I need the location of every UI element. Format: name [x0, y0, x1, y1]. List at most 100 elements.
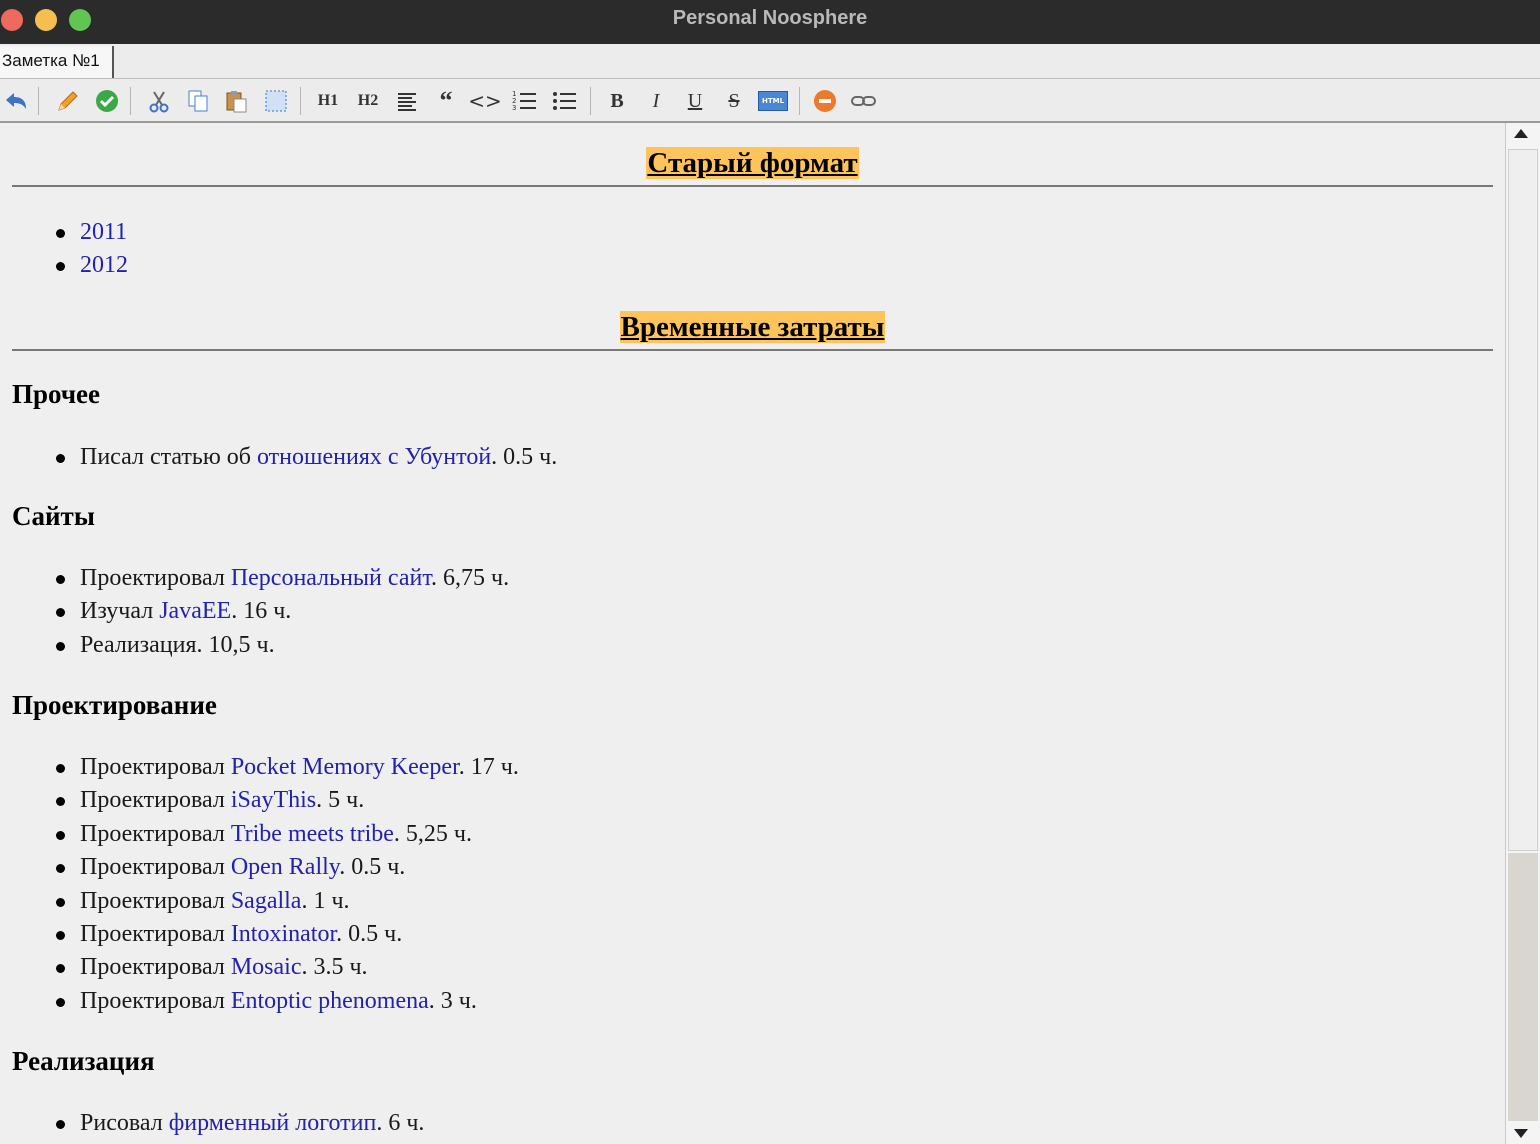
bullet-list-icon[interactable]: [550, 87, 578, 115]
item-text: Проектировал: [80, 954, 231, 981]
remove-icon[interactable]: [811, 87, 839, 115]
year-link[interactable]: 2011: [80, 219, 127, 245]
section-heading-time-spent: Временные затраты: [619, 311, 886, 343]
link-icon[interactable]: [850, 87, 878, 115]
list-item: Рисовал фирменный логотип. 6 ч.: [55, 1107, 425, 1140]
html-icon[interactable]: HTML: [757, 87, 789, 115]
item-suffix: . 6 ч.: [376, 1110, 425, 1136]
section-heading-old-format: Старый формат: [646, 147, 859, 179]
vertical-scrollbar[interactable]: [1505, 123, 1540, 1144]
item-suffix: . 0.5 ч.: [336, 920, 403, 947]
tab-note-1[interactable]: Заметка №1: [0, 46, 114, 78]
bold-button[interactable]: B: [603, 87, 631, 115]
year-link[interactable]: 2012: [80, 252, 128, 278]
item-link[interactable]: Pocket Memory Keeper: [231, 754, 459, 780]
list-item: 2011: [56, 216, 128, 249]
check-icon[interactable]: [93, 87, 121, 115]
item-link[interactable]: Open Rally: [231, 854, 339, 880]
item-suffix: . 6,75 ч.: [431, 565, 510, 591]
scroll-track[interactable]: [1508, 149, 1538, 851]
years-list: 2011 2012: [46, 216, 128, 283]
pencil-icon[interactable]: [54, 87, 82, 115]
item-text: Проектировал: [80, 887, 231, 914]
item-link[interactable]: отношениях с Убунтой: [257, 444, 491, 470]
heading1-button[interactable]: H1: [314, 87, 342, 115]
title-bar: Personal Noosphere: [0, 0, 1540, 44]
list-item: Проектировал Intoxinator. 0.5 ч.: [56, 918, 519, 951]
item-link[interactable]: iSayThis: [231, 787, 316, 813]
item-text: Проектировал: [80, 565, 231, 591]
item-link[interactable]: Tribe meets tribe: [231, 821, 394, 847]
cut-icon[interactable]: [145, 87, 173, 115]
italic-button[interactable]: I: [642, 87, 670, 115]
item-link[interactable]: Sagalla: [231, 888, 302, 914]
list-item: Проектировал Tribe meets tribe. 5,25 ч.: [56, 818, 519, 851]
item-link[interactable]: Intoxinator: [231, 921, 336, 947]
select-all-icon[interactable]: [262, 87, 290, 115]
item-text: Изучал: [80, 598, 160, 625]
list-item: Изучал JavaEE. 16 ч.: [55, 595, 509, 628]
group-heading: Прочее: [12, 379, 101, 409]
item-link[interactable]: фирменный логотип: [169, 1110, 377, 1136]
numbered-list-icon[interactable]: 123: [510, 87, 538, 115]
item-suffix: . 16 ч.: [231, 598, 292, 625]
item-suffix: . 5,25 ч.: [393, 820, 472, 847]
item-suffix: . 3 ч.: [428, 987, 477, 1014]
undo-icon[interactable]: [2, 87, 30, 115]
list-item: Проектировал Pocket Memory Keeper. 17 ч.: [56, 751, 519, 784]
item-suffix: . 0.5 ч.: [491, 444, 558, 470]
item-link[interactable]: JavaEE: [159, 598, 231, 624]
html-label: HTML: [758, 91, 788, 111]
item-text: Проектировал: [80, 920, 231, 947]
group-list: Рисовал фирменный логотип. 6 ч.: [46, 1107, 424, 1140]
heading-rule: [12, 349, 1493, 351]
group-heading: Сайты: [12, 501, 95, 531]
group-list: Проектировал Персональный сайт. 6,75 ч. …: [46, 562, 509, 662]
item-suffix: . 5 ч.: [316, 787, 365, 814]
blockquote-button[interactable]: “: [432, 86, 460, 115]
list-item: Проектировал Персональный сайт. 6,75 ч.: [55, 562, 510, 595]
editor-toolbar: H1 H2 “ <> 123 B I U S HTML: [0, 79, 1540, 123]
paste-icon[interactable]: [222, 87, 250, 115]
item-text: Проектировал: [80, 787, 231, 814]
item-suffix: . 1 ч.: [301, 887, 350, 914]
code-button[interactable]: <>: [468, 87, 502, 115]
item-text: Писал статью об: [80, 444, 257, 470]
item-link[interactable]: Персональный сайт: [231, 565, 431, 591]
item-suffix: . 0.5 ч.: [339, 854, 406, 881]
heading-rule: [12, 185, 1493, 187]
strikethrough-button[interactable]: S: [720, 87, 748, 115]
copy-icon[interactable]: [184, 87, 212, 115]
heading2-button[interactable]: H2: [354, 87, 382, 115]
window-title: Personal Noosphere: [672, 7, 868, 29]
tab-bar: Заметка №1: [0, 44, 1540, 79]
item-link[interactable]: Mosaic: [231, 954, 302, 980]
scroll-down-arrow-icon[interactable]: [1514, 1129, 1528, 1138]
list-item: Проектировал Entoptic phenomena. 3 ч.: [56, 985, 519, 1018]
align-icon[interactable]: [393, 87, 421, 115]
item-text: Проектировал: [80, 854, 231, 881]
group-heading: Реализация: [12, 1046, 155, 1076]
item-text: Проектировал: [80, 987, 231, 1014]
list-item: 2012: [56, 249, 128, 282]
list-item: Реализация. 10,5 ч.: [55, 629, 509, 662]
item-text: Рисовал: [80, 1110, 169, 1136]
item-suffix: . 3.5 ч.: [301, 954, 368, 981]
group-heading: Проектирование: [12, 690, 217, 720]
svg-text:3: 3: [512, 104, 516, 112]
underline-button[interactable]: U: [681, 87, 709, 115]
list-item: Проектировал Mosaic. 3.5 ч.: [56, 951, 519, 984]
group-list: Проектировал Pocket Memory Keeper. 17 ч.…: [46, 751, 519, 1018]
item-link[interactable]: Entoptic phenomena: [231, 988, 429, 1014]
item-text: Проектировал: [80, 754, 231, 780]
group-list: Писал статью об отношениях с Убунтой. 0.…: [46, 441, 557, 474]
list-item: Проектировал iSayThis. 5 ч.: [56, 784, 519, 817]
list-item: Проектировал Sagalla. 1 ч.: [56, 885, 519, 918]
item-text: Реализация. 10,5 ч.: [80, 631, 275, 658]
item-text: Проектировал: [80, 820, 231, 847]
list-item: Проектировал Open Rally. 0.5 ч.: [56, 851, 519, 884]
item-suffix: . 17 ч.: [458, 754, 519, 780]
scroll-up-arrow-icon[interactable]: [1514, 129, 1528, 138]
scroll-thumb[interactable]: [1508, 853, 1538, 1121]
document-view: Старый формат 2011 2012 Временные затрат…: [0, 123, 1505, 1144]
